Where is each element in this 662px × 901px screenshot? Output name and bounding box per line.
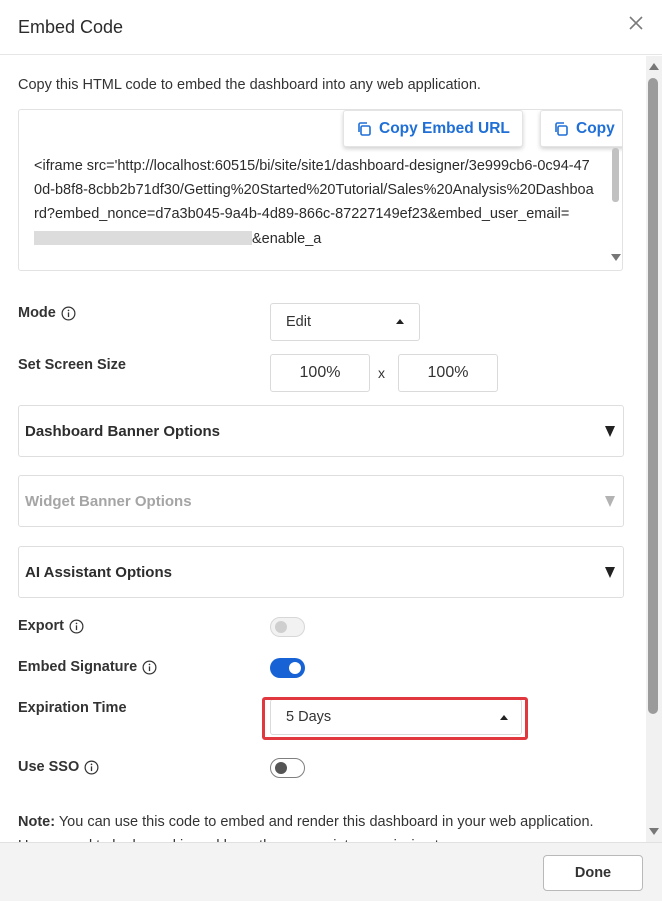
note-text: You can use this code to embed and rende…	[18, 814, 594, 842]
toggle-knob	[289, 662, 301, 674]
copy-icon	[555, 121, 568, 136]
export-label-row: Export	[18, 618, 84, 634]
embed-code-text-start: <iframe src='http://localhost:60515/bi/s…	[34, 158, 594, 223]
size-separator: x	[378, 365, 385, 381]
embed-signature-toggle[interactable]	[270, 658, 305, 678]
caret-down-icon	[605, 567, 615, 578]
screen-size-label: Set Screen Size	[18, 357, 126, 373]
copy-code-button[interactable]: Copy	[540, 110, 622, 147]
embed-note: Note: You can use this code to embed and…	[18, 810, 618, 842]
mode-select[interactable]: Edit	[270, 303, 420, 341]
use-sso-label-row: Use SSO	[18, 759, 99, 775]
widget-banner-options-title: Widget Banner Options	[25, 493, 192, 510]
dialog-footer: Done	[0, 842, 662, 901]
mode-value: Edit	[286, 314, 311, 330]
ai-assistant-options-title: AI Assistant Options	[25, 564, 172, 581]
copy-code-label: Copy	[576, 119, 615, 137]
mode-label-row: Mode	[18, 305, 76, 321]
embed-code-dialog: Embed Code Copy this HTML code to embed …	[0, 0, 662, 901]
info-icon[interactable]	[84, 760, 99, 775]
embed-code-text-end: &enable_a	[252, 230, 322, 247]
screen-width-input[interactable]: 100%	[270, 354, 370, 392]
dialog-title: Embed Code	[18, 17, 124, 37]
copy-embed-url-button[interactable]: Copy Embed URL	[343, 110, 523, 147]
screen-height-input[interactable]: 100%	[398, 354, 498, 392]
toggle-knob	[275, 762, 287, 774]
code-scrollbar[interactable]	[610, 144, 621, 268]
dialog-scrollbar-thumb[interactable]	[648, 78, 658, 714]
ai-assistant-options-panel[interactable]: AI Assistant Options	[18, 546, 624, 598]
dialog-body: Copy this HTML code to embed the dashboa…	[0, 56, 646, 842]
mode-label: Mode	[18, 305, 56, 321]
code-scrollbar-thumb[interactable]	[612, 148, 619, 202]
embed-code-text[interactable]: <iframe src='http://localhost:60515/bi/s…	[34, 154, 594, 251]
embed-description: Copy this HTML code to embed the dashboa…	[18, 77, 481, 93]
embed-code-box[interactable]: <iframe src='http://localhost:60515/bi/s…	[18, 109, 623, 271]
caret-down-icon	[605, 496, 615, 507]
info-icon[interactable]	[69, 619, 84, 634]
embed-signature-label-row: Embed Signature	[18, 659, 157, 675]
dialog-scrollbar[interactable]	[646, 56, 662, 842]
dashboard-banner-options-panel[interactable]: Dashboard Banner Options	[18, 405, 624, 457]
scroll-up-icon[interactable]	[649, 63, 659, 70]
expiration-time-label: Expiration Time	[18, 700, 127, 716]
export-toggle	[270, 617, 305, 637]
info-icon[interactable]	[142, 660, 157, 675]
note-prefix: Note:	[18, 814, 56, 830]
caret-down-icon	[605, 426, 615, 437]
scroll-down-icon[interactable]	[611, 254, 621, 261]
expiration-highlight-box	[262, 697, 528, 740]
dashboard-banner-options-title: Dashboard Banner Options	[25, 423, 221, 440]
info-icon[interactable]	[61, 306, 76, 321]
copy-icon	[358, 121, 371, 136]
close-icon[interactable]	[626, 13, 646, 33]
export-label: Export	[18, 618, 64, 634]
scroll-down-icon[interactable]	[649, 828, 659, 835]
redacted-email	[34, 230, 252, 245]
use-sso-toggle[interactable]	[270, 758, 305, 778]
caret-up-icon	[396, 319, 404, 324]
dialog-header: Embed Code	[0, 0, 662, 55]
embed-signature-label: Embed Signature	[18, 659, 138, 675]
done-button[interactable]: Done	[543, 855, 643, 891]
widget-banner-options-panel: Widget Banner Options	[18, 475, 624, 527]
copy-embed-url-label: Copy Embed URL	[379, 119, 510, 137]
use-sso-label: Use SSO	[18, 759, 80, 775]
toggle-knob	[275, 621, 287, 633]
